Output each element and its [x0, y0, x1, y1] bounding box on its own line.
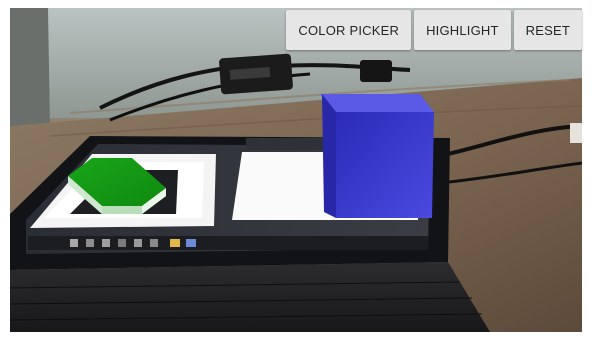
ar-viewport: COLOR PICKER HIGHLIGHT RESET	[0, 0, 592, 337]
color-picker-button[interactable]: COLOR PICKER	[286, 10, 412, 50]
highlight-button[interactable]: HIGHLIGHT	[414, 10, 511, 50]
blue-cube	[320, 94, 434, 218]
toolbar: COLOR PICKER HIGHLIGHT RESET	[286, 10, 582, 50]
reset-button[interactable]: RESET	[513, 10, 582, 50]
camera-feed[interactable]	[10, 8, 582, 332]
